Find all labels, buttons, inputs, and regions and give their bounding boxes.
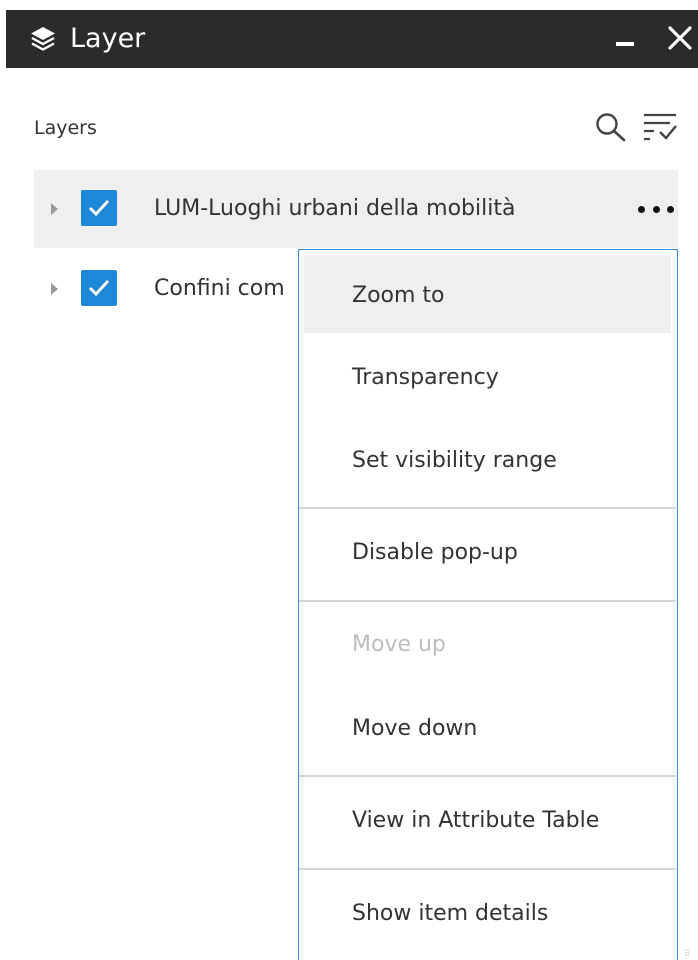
search-icon[interactable] (594, 111, 628, 143)
menu-item-label: Move up (352, 632, 446, 657)
menu-item-label: Show item details (352, 901, 549, 926)
menu-item-view-attribute-table[interactable]: View in Attribute Table (304, 779, 671, 866)
menu-item-label: View in Attribute Table (352, 808, 600, 833)
panel-titlebar: Layer (6, 10, 698, 68)
menu-item-label: Disable pop-up (352, 540, 518, 565)
layer-row-lum[interactable]: LUM-Luoghi urbani della mobilità (34, 170, 678, 248)
menu-item-zoom-to[interactable]: Zoom to (304, 255, 671, 333)
minimize-button[interactable] (616, 42, 634, 46)
menu-divider (299, 600, 676, 602)
checkmark-icon (88, 199, 110, 217)
menu-item-disable-popup[interactable]: Disable pop-up (304, 511, 671, 598)
menu-item-show-item-details[interactable]: Show item details (304, 872, 671, 958)
menu-item-label: Transparency (352, 365, 499, 390)
layers-header-label: Layers (34, 117, 97, 139)
close-icon[interactable] (666, 24, 694, 52)
layer-visibility-checkbox[interactable] (81, 190, 117, 226)
checkmark-icon (88, 279, 110, 297)
menu-item-label: Set visibility range (352, 448, 557, 473)
menu-item-move-up[interactable]: Move up (304, 604, 671, 684)
menu-item-label: Move down (352, 716, 478, 741)
menu-divider (299, 775, 676, 777)
filter-icon[interactable] (640, 109, 680, 145)
layer-visibility-checkbox[interactable] (81, 270, 117, 306)
layer-context-menu: Zoom to Transparency Set visibility rang… (298, 249, 678, 960)
panel-title: Layer (70, 23, 146, 54)
more-options-button[interactable] (638, 196, 674, 222)
menu-divider (299, 507, 676, 509)
menu-item-transparency[interactable]: Transparency (304, 337, 671, 417)
layers-icon (31, 27, 55, 51)
menu-item-label: Zoom to (352, 283, 445, 308)
expand-arrow-icon[interactable] (51, 203, 58, 215)
resize-grip-icon[interactable]: ⠿ (684, 950, 692, 958)
expand-arrow-icon[interactable] (51, 283, 58, 295)
menu-item-move-down[interactable]: Move down (304, 687, 671, 772)
menu-item-set-visibility-range[interactable]: Set visibility range (304, 420, 671, 504)
layer-name: Confini com (154, 276, 285, 301)
layer-name: LUM-Luoghi urbani della mobilità (154, 196, 516, 221)
menu-divider (299, 868, 676, 870)
